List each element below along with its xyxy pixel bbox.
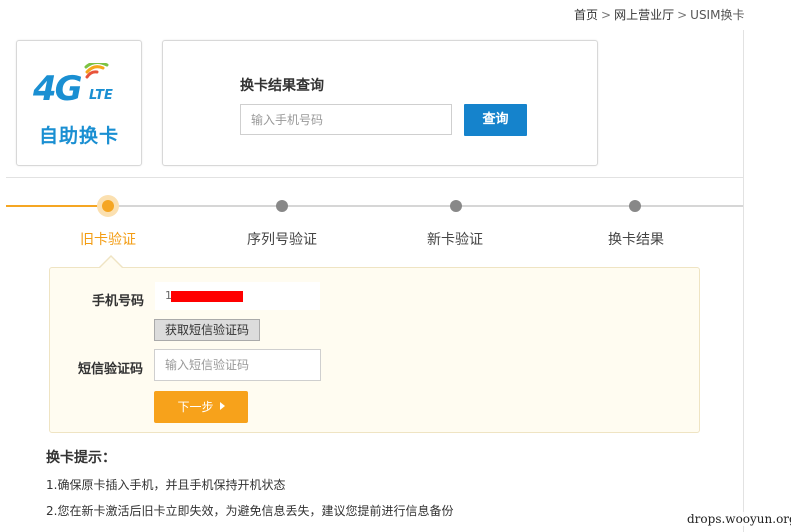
arrow-right-icon [219,402,225,410]
logo-card: 4G LTE 自助换卡 [16,40,142,166]
step-label-old-card: 旧卡验证 [80,232,136,248]
query-panel: 换卡结果查询 查询 [162,40,598,166]
breadcrumb-home-link[interactable]: 首页 [574,6,598,23]
step-dot-old-card [102,200,114,212]
next-step-label: 下一步 [177,400,214,414]
form-pointer-arrow-fill [99,257,123,269]
phone-label: 手机号码 [92,294,145,309]
logo-lte-text: LTE [89,88,113,103]
sms-code-input[interactable] [154,349,321,381]
phone-number-display: 1 [155,282,320,310]
breadcrumb-separator: > [677,8,688,22]
verification-form-panel [49,267,700,433]
next-step-button[interactable]: 下一步 [154,391,248,423]
breadcrumb: 首页 > 网上营业厅 > USIM换卡 [574,6,744,23]
step-dot-result [629,200,641,212]
logo-title: 自助换卡 [38,125,119,147]
breadcrumb-separator: > [601,8,612,22]
step-dot-serial [276,200,288,212]
step-dot-new-card [450,200,462,212]
watermark: drops.wooyun.org [686,512,791,526]
progress-track-completed [6,205,108,207]
right-divider [743,30,744,532]
step-label-serial: 序列号验证 [247,232,317,248]
tip-item: 2.您在新卡激活后旧卡立即失效，为避免信息丢失，建议您提前进行信息备份 [46,504,454,518]
tips-title: 换卡提示： [46,450,116,466]
header-divider [6,177,743,178]
breadcrumb-current: USIM换卡 [690,8,745,22]
step-label-new-card: 新卡验证 [427,232,483,248]
query-phone-input[interactable] [240,104,452,135]
query-button[interactable]: 查询 [464,104,527,136]
tip-item: 1.确保原卡插入手机，并且手机保持开机状态 [46,478,286,492]
get-sms-code-button[interactable]: 获取短信验证码 [154,319,260,341]
breadcrumb-hall-link[interactable]: 网上营业厅 [614,6,674,23]
redaction-bar [171,291,243,302]
logo-4g-text: 4G [33,69,83,109]
query-title: 换卡结果查询 [240,78,324,94]
signal-waves-icon [84,63,109,79]
sms-code-label: 短信验证码 [78,362,144,377]
step-label-result: 换卡结果 [608,232,664,248]
